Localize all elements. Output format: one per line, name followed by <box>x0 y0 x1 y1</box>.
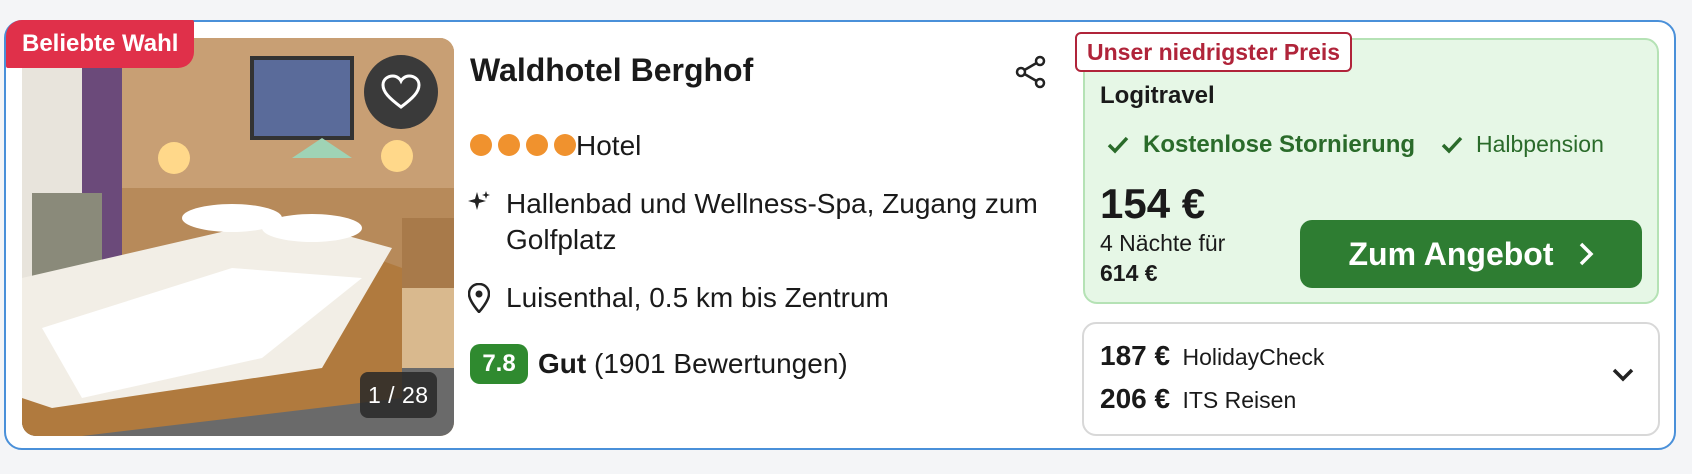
share-icon <box>1015 55 1046 89</box>
review-count: (1901 Bewertungen) <box>594 348 848 379</box>
sparkle-icon <box>466 190 492 221</box>
check-icon <box>1106 135 1130 160</box>
accommodation-type: Hotel <box>576 130 642 161</box>
star-dot-icon <box>498 134 520 156</box>
heart-icon <box>381 74 421 109</box>
other-offer-provider: HolidayCheck <box>1182 344 1325 370</box>
view-offer-label: Zum Angebot <box>1348 235 1554 272</box>
star-rating <box>470 134 576 156</box>
offer-provider: Logitravel <box>1100 82 1215 109</box>
expand-offers-button[interactable] <box>1612 368 1634 387</box>
chevron-right-icon <box>1579 242 1593 266</box>
star-dot-icon <box>554 134 576 156</box>
free-cancellation: Kostenlose Stornierung <box>1143 131 1416 158</box>
rating-summary[interactable]: Gut (1901 Bewertungen) <box>538 348 848 380</box>
view-offer-button[interactable]: Zum Angebot <box>1300 220 1642 288</box>
favorite-button[interactable] <box>364 55 438 129</box>
share-button[interactable] <box>1014 55 1048 94</box>
check-icon <box>1440 135 1464 160</box>
star-dot-icon <box>526 134 548 156</box>
rating-label: Gut <box>538 348 587 379</box>
location-pin-icon <box>467 282 491 318</box>
other-offer-price: 187 € <box>1100 340 1171 371</box>
other-offer-provider: ITS Reisen <box>1182 387 1297 413</box>
photo-counter: 1 / 28 <box>360 372 437 418</box>
total-price: 614 € <box>1100 260 1158 286</box>
chevron-down-icon <box>1612 368 1634 382</box>
star-dot-icon <box>470 134 492 156</box>
nights-text: 4 Nächte für <box>1100 230 1226 256</box>
offer-price: 154 € <box>1100 180 1206 227</box>
other-offer-row[interactable]: 187 € HolidayCheck <box>1100 340 1324 372</box>
popular-badge: Beliebte Wahl <box>6 20 195 68</box>
lowest-price-tag: Unser niedrigster Preis <box>1075 32 1353 72</box>
rating-score: 7.8 <box>470 344 528 384</box>
board-type: Halbpension <box>1476 131 1604 157</box>
other-offer-price: 206 € <box>1100 383 1171 414</box>
hotel-name[interactable]: Waldhotel Berghof <box>470 52 753 89</box>
hotel-feature: Hallenbad und Wellness-Spa, Zugang zum G… <box>506 188 1038 255</box>
other-offer-row[interactable]: 206 € ITS Reisen <box>1100 383 1296 415</box>
hotel-location: Luisenthal, 0.5 km bis Zentrum <box>506 282 889 313</box>
